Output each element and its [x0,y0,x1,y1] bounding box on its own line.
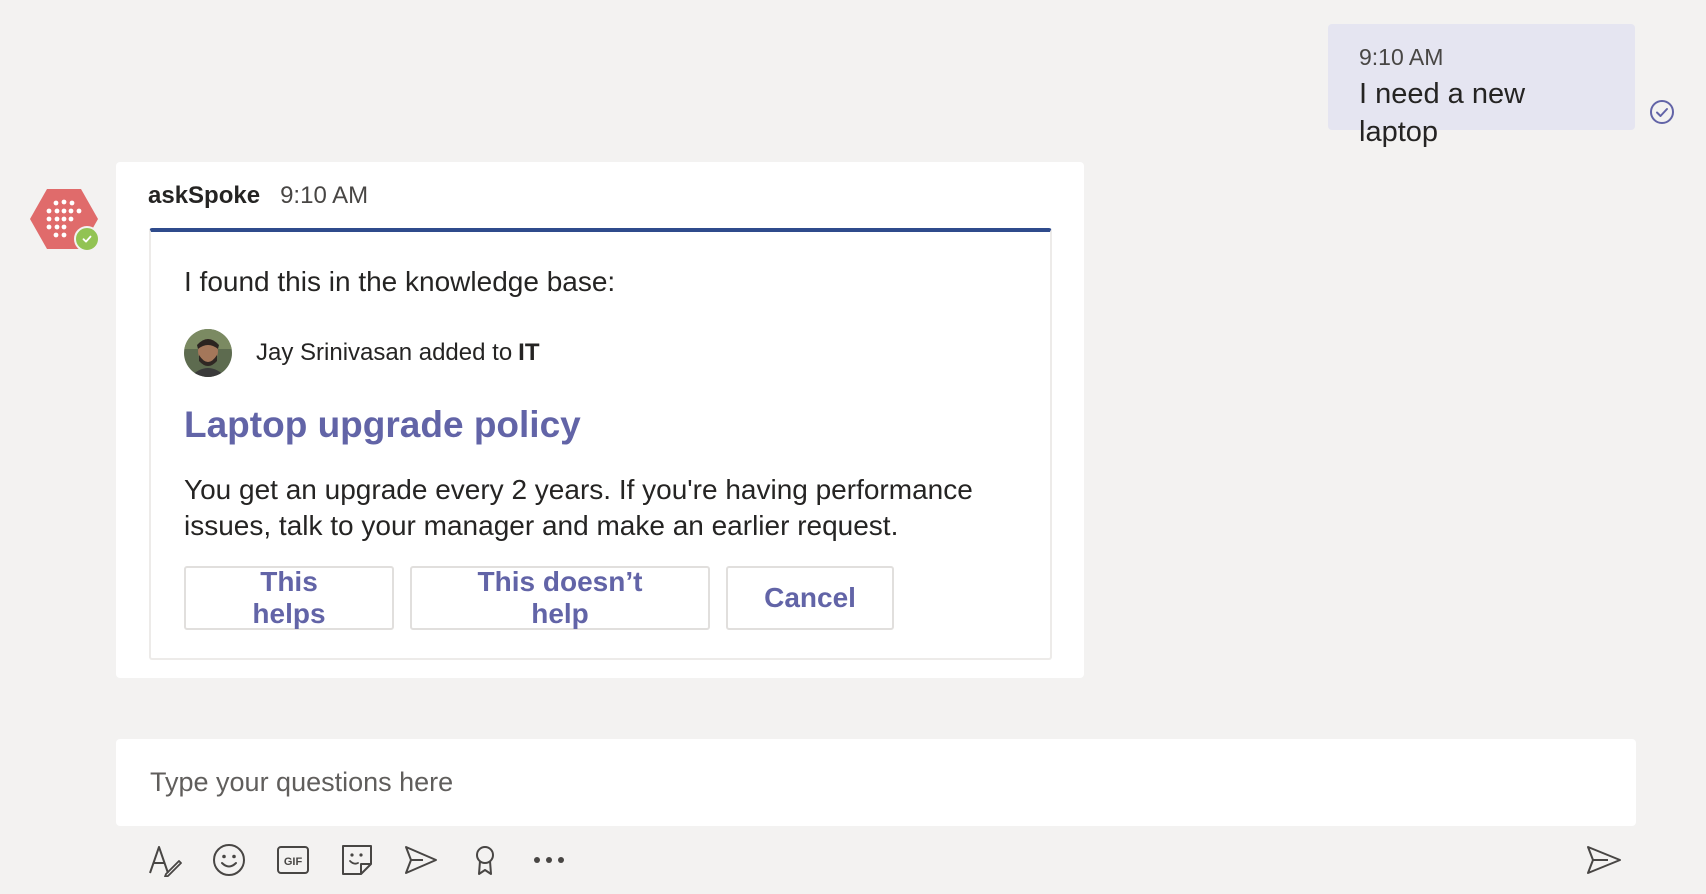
compose-box [116,739,1636,826]
this-doesnt-help-button[interactable]: This doesn’t help [410,566,710,630]
meet-icon[interactable] [401,840,441,880]
cancel-button[interactable]: Cancel [726,566,894,630]
card-intro: I found this in the knowledge base: [184,266,616,297]
outgoing-text: I need a new laptop [1359,78,1526,148]
send-icon[interactable] [1584,840,1624,880]
gif-label: GIF [284,856,303,868]
gif-icon[interactable]: GIF [273,840,313,880]
praise-icon[interactable] [465,840,505,880]
card-actions: This helps This doesn’t help Cancel [184,566,894,630]
sticker-icon[interactable] [337,840,377,880]
incoming-timestamp: 9:10 AM [280,182,369,209]
outgoing-timestamp: 9:10 AM [1359,44,1444,70]
author-team: IT [518,339,540,366]
article-body: You get an upgrade every 2 years. If you… [184,474,973,541]
sender-name[interactable]: askSpoke [148,182,260,210]
message-header: askSpoke 9:10 AM [148,182,368,216]
author-text: Jay Srinivasan added to IT [256,339,540,367]
author-avatar [184,329,232,377]
emoji-icon[interactable] [209,840,249,880]
incoming-message: askSpoke 9:10 AM I found this in the kno… [116,162,1084,678]
article-title-link[interactable]: Laptop upgrade policy [184,404,581,446]
format-icon[interactable] [145,840,185,880]
outgoing-message: 9:10 AM I need a new laptop [1328,24,1635,148]
more-icon[interactable] [529,840,569,880]
read-receipt-icon [1649,99,1675,125]
compose-toolbar: GIF [145,840,593,880]
author-added-text: Jay Srinivasan added to [256,339,513,366]
presence-available-icon [74,226,100,252]
knowledge-card: I found this in the knowledge base: Jay … [149,228,1052,660]
this-helps-button[interactable]: This helps [184,566,394,630]
author-row: Jay Srinivasan added to IT [184,328,540,378]
message-input[interactable] [148,766,1552,799]
